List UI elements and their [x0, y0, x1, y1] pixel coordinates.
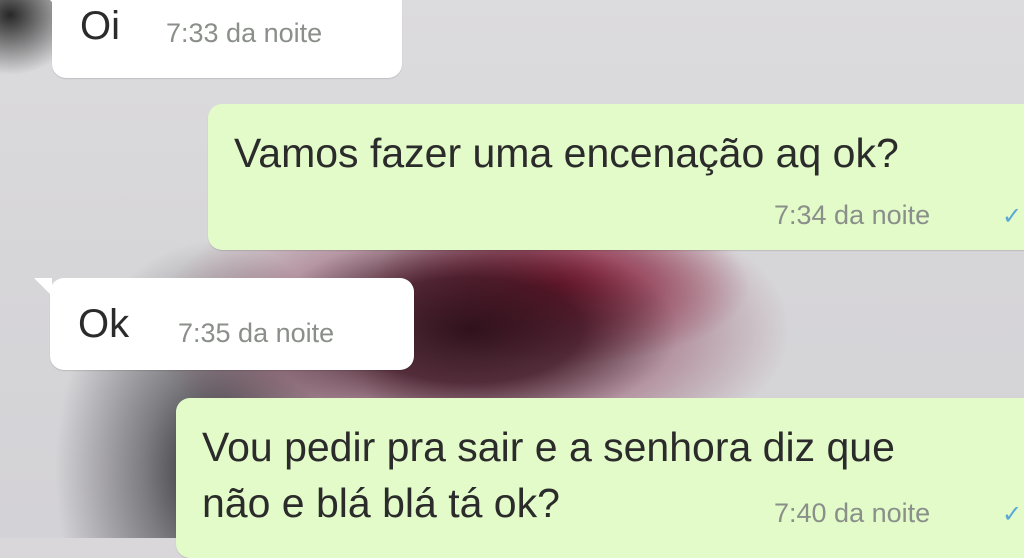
message-timestamp: 7:40 da noite [774, 498, 931, 528]
message-timestamp: 7:35 da noite [178, 318, 335, 348]
message-bubble-incoming[interactable]: Ok 7:35 da noite [34, 278, 414, 370]
message-text: Vamos fazer uma encenação aq ok? [234, 130, 899, 176]
message-timestamp: 7:34 da noite [774, 200, 931, 230]
message-text-line: não e blá blá tá ok? [202, 480, 560, 526]
message-text-line: Vou pedir pra sair e a senhora diz que [202, 424, 895, 470]
message-text: Ok [78, 302, 130, 346]
message-timestamp: 7:33 da noite [166, 18, 323, 48]
message-bubble-incoming[interactable]: Oi 7:33 da noite [36, 0, 402, 78]
message-bubble-outgoing[interactable]: Vamos fazer uma encenação aq ok? 7:34 da… [208, 104, 1024, 250]
message-text: Oi [80, 4, 120, 48]
message-bubble-outgoing[interactable]: Vou pedir pra sair e a senhora diz que n… [176, 398, 1024, 558]
check-icon: ✓ [1002, 203, 1023, 230]
check-icon: ✓ [1002, 501, 1023, 528]
